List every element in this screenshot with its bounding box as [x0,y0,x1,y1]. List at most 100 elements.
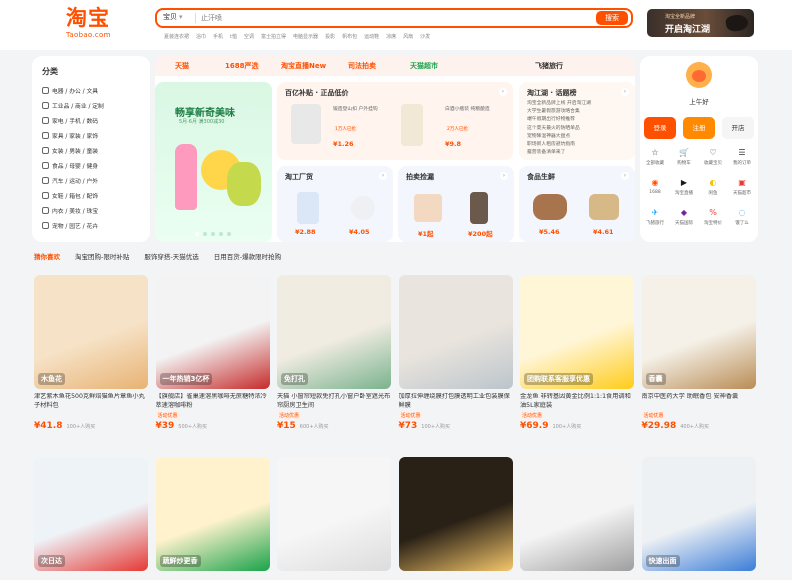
product-title[interactable]: 加厚拉伸缠绕膜打包膜透明工业包装膜保鲜膜 [399,393,513,410]
hot-word-link[interactable]: 浴巾 [196,33,206,40]
shortcut-item[interactable]: ▣ 天猫超市 [728,178,756,196]
hot-word-link[interactable]: 凉席 [386,33,396,40]
shortcut-item[interactable]: ☆ 全部收藏 [641,148,669,166]
category-row[interactable]: 家具 / 家装 / 家饰 [42,129,98,142]
category-row[interactable]: 女鞋 / 箱包 / 配饰 [42,189,98,202]
shortcut-item[interactable]: ◉ 1688 [641,178,669,195]
product-image[interactable]: 香囊 [641,275,756,389]
category-row[interactable]: 工业品 / 商业 / 定制 [42,99,104,112]
category-row[interactable]: 女装 / 男装 / 童装 [42,144,98,157]
channel-tab[interactable]: 飞猪旅行 [535,61,563,71]
topic-ranking-section[interactable]: 淘江湖 · 话题榜 › 淘宝全新品牌上线 开启淘江湖 大学生暑假旅游攻略合集 端午假… [519,82,635,160]
factory-section[interactable]: 淘工厂货 › ¥2.88 ¥4.05 [277,166,393,242]
topic-ranking-title: 淘江湖 · 话题榜 [527,89,577,97]
category-icon [42,191,49,199]
sold-count: 400+人购买 [680,424,709,430]
chevron-right-icon[interactable]: › [500,172,508,180]
shortcut-item[interactable]: ▶ 淘宝直播 [670,178,698,196]
taobao-logo[interactable]: 淘宝 Taobao.com [66,6,120,44]
chevron-right-icon[interactable]: › [379,172,387,180]
hot-word-link[interactable]: 空调 [244,33,254,40]
subsidy-section[interactable]: 百亿补贴 · 正品低价 › 锻造登山扣 户外挂钩 1万人已抢 ¥1.26 白酒小… [277,82,513,160]
fresh-food-section[interactable]: 食品生鲜 › ¥5.46 ¥4.61 [519,166,635,242]
channel-tab[interactable]: 天猫 [175,61,189,71]
product-image[interactable]: 蔬鲜炒更香 [155,457,270,571]
shortcut-label: 淘宝特价 [704,221,722,226]
product-image[interactable] [398,275,513,389]
shortcut-item[interactable]: ◆ 天猫国际 [670,208,698,226]
avatar[interactable] [686,62,712,88]
topic-item[interactable]: 宠物降温神器大盘点 [527,133,629,140]
fresh-price-1: ¥5.46 [539,228,560,236]
chevron-right-icon[interactable]: › [621,172,629,180]
hot-word-link[interactable]: 夏装连衣裙 [164,33,189,40]
topic-item[interactable]: 端午假期出行好物推荐 [527,116,629,123]
shortcut-item[interactable]: ☰ 我的订单 [728,148,756,166]
auction-section[interactable]: 拍卖捡漏 › ¥1起 ¥200起 [398,166,514,242]
hot-word-link[interactable]: 帆布包 [342,33,357,40]
product-title[interactable]: 天猫 小窗帘短款免打孔小窗户卧室遮光布帘厨房卫生间 [277,393,391,410]
product-image[interactable] [520,457,634,571]
hot-word-link[interactable]: 富士拍立得 [261,33,286,40]
product-image[interactable] [398,457,513,571]
category-row[interactable]: 内衣 / 美妆 / 珠宝 [42,204,98,217]
shortcut-item[interactable]: ♡ 收藏宝贝 [699,148,727,166]
brand-banner[interactable]: 淘宝全新品牌 开启淘江湖 [647,9,754,37]
chevron-right-icon[interactable]: › [621,88,629,96]
register-button[interactable]: 注册 [683,117,715,139]
product-image[interactable]: 一年热销3亿杯 [155,275,270,389]
product-title[interactable]: 【旗舰店】雀巢速溶黑咖啡无蔗糖特浓冷萃速溶咖啡粉 [156,393,270,410]
shortcut-item[interactable]: ◐ 闲鱼 [699,178,727,196]
product-image[interactable]: 免打孔 [277,275,391,389]
topic-item[interactable]: 职场新人租房避坑指南 [527,141,629,148]
channel-tab[interactable]: 司法拍卖 [348,61,376,71]
category-row[interactable]: 家电 / 手机 / 数码 [42,114,98,127]
shortcut-item[interactable]: ◌ 饿了么 [728,208,756,226]
category-row[interactable]: 汽车 / 运动 / 户外 [42,174,98,187]
carousel-dots[interactable] [195,232,231,236]
product-image[interactable]: 团购联系客服享优惠 [520,275,634,389]
login-button[interactable]: 登录 [644,117,676,139]
category-icon [42,131,49,139]
channel-tab[interactable]: 天猫超市 [410,61,438,71]
topic-item[interactable]: 露营装备清单来了 [527,149,629,156]
shortcut-item[interactable]: ✈ 飞猪旅行 [641,208,669,226]
search-scope-select[interactable]: 宝贝 ▾ [163,12,183,22]
hot-word-link[interactable]: t恤 [230,33,237,40]
topic-item[interactable]: 这个夏天最火的防晒单品 [527,125,629,132]
product-image[interactable]: 次日达 [34,457,148,571]
open-shop-button[interactable]: 开店 [722,117,754,139]
hot-word-link[interactable]: 手机 [213,33,223,40]
shortcut-item[interactable]: % 淘宝特价 [699,208,727,226]
shortcut-item[interactable]: 🛒 购物车 [670,148,698,166]
channel-tab[interactable]: 淘宝直播New [281,61,326,71]
product-image[interactable] [277,457,391,571]
sold-count: 100+人购买 [421,424,451,430]
channel-tab[interactable]: 1688严选 [225,61,258,71]
search-input[interactable] [201,11,531,25]
hot-word-link[interactable]: 运动鞋 [364,33,379,40]
category-row[interactable]: 电器 / 办公 / 文具 [42,84,98,97]
feed-tab[interactable]: 猜你喜欢 [34,251,60,261]
chevron-right-icon[interactable]: › [499,88,507,96]
feed-tab[interactable]: 服饰穿搭-天猫优选 [144,251,198,261]
hot-word-link[interactable]: 沙发 [420,33,430,40]
feed-tab[interactable]: 淘宝团购-限时补贴 [75,251,129,261]
topic-item[interactable]: 大学生暑假旅游攻略合集 [527,108,629,115]
search-button[interactable]: 搜索 [596,11,628,25]
sold-count: 100+人购买 [66,424,96,430]
product-title[interactable]: 津艺紫木鱼花500克鲜焙猫鱼片章鱼小丸子材料包 [34,393,148,410]
product-price: ¥39 500+人购买 [156,421,208,431]
category-row[interactable]: 食品 / 母婴 / 健身 [42,159,98,172]
hot-word-link[interactable]: 风扇 [403,33,413,40]
hot-word-link[interactable]: 投影 [325,33,335,40]
promo-banner[interactable]: 畅享新奇美味 5月·6月 满300减30 [155,82,272,242]
category-row[interactable]: 宠物 / 园艺 / 花卉 [42,219,98,232]
topic-item[interactable]: 淘宝全新品牌上线 开启淘江湖 [527,100,629,107]
product-image[interactable]: 木鱼花 [34,275,148,389]
product-image[interactable]: 快速出面 [641,457,756,571]
product-title[interactable]: 南京中医药大学 助眠香包 安神香囊 [642,393,756,410]
hot-word-link[interactable]: 电脑显示器 [293,33,318,40]
feed-tab[interactable]: 日用百货-爆款限时抢购 [214,251,281,261]
product-title[interactable]: 金龙鱼 非转基因黄金比例1:1:1食用调和油5L家庭装 [520,393,634,410]
